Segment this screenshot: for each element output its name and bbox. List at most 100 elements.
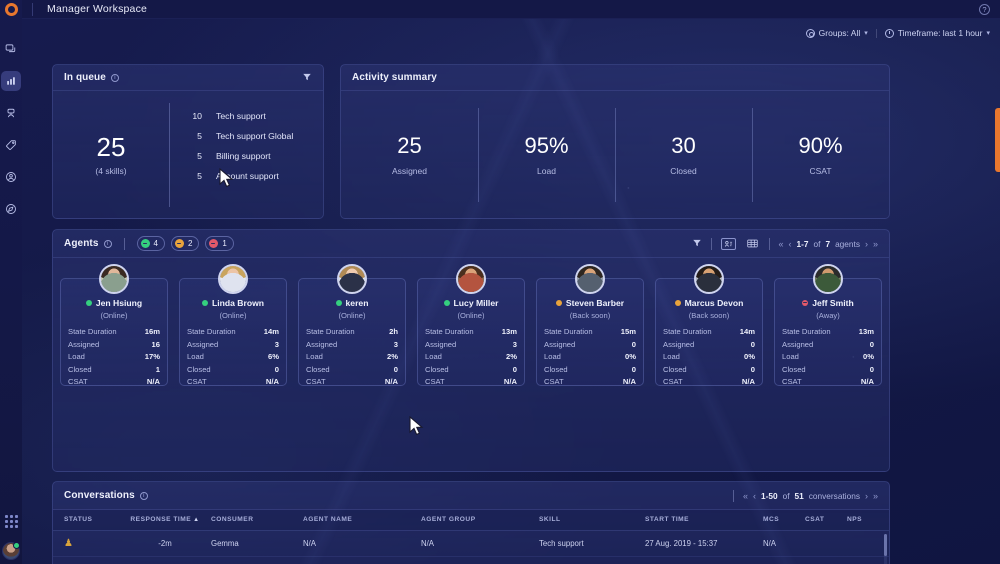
bot-agent-icon — [5, 107, 17, 119]
status-badge-online[interactable]: 4 — [137, 236, 165, 251]
agent-card[interactable]: Jen Hsiung(Online)State Duration16mAssig… — [60, 278, 168, 386]
agent-card[interactable]: Jeff Smith(Away)State Duration13mAssigne… — [774, 278, 882, 386]
column-header-mcs[interactable]: MCS — [763, 510, 805, 530]
table-scrollbar[interactable] — [884, 534, 887, 564]
rail-item-users[interactable] — [1, 167, 21, 187]
brand-ring-icon — [5, 3, 18, 16]
avatar-photo — [577, 266, 603, 292]
agent-card[interactable]: Marcus Devon(Back soon)State Duration14m… — [655, 278, 763, 386]
rail-item-campaigns[interactable] — [1, 199, 21, 219]
next-page-icon[interactable]: › — [865, 239, 868, 249]
agent-stat-label: Assigned — [663, 339, 694, 352]
column-header-consumer[interactable]: CONSUMER — [211, 510, 303, 530]
info-icon[interactable]: i — [104, 240, 112, 248]
agents-card-grid: Jen Hsiung(Online)State Duration16mAssig… — [53, 258, 889, 386]
agent-stat-value: 14m — [264, 326, 279, 339]
table-scrollbar-thumb[interactable] — [884, 534, 887, 556]
column-header-skill[interactable]: SKILL — [539, 510, 645, 530]
agent-card[interactable]: Lucy Miller(Online)State Duration13mAssi… — [417, 278, 525, 386]
status-badge-away[interactable]: 1 — [205, 236, 233, 251]
agent-name-row: Marcus Devon — [656, 298, 762, 308]
side-panel-handle[interactable] — [995, 108, 1000, 172]
list-item[interactable]: 5 Tech support Global — [170, 126, 323, 146]
agent-card[interactable]: Steven Barber(Back soon)State Duration15… — [536, 278, 644, 386]
agent-stat-row: State Duration16m — [68, 326, 160, 339]
toolbar-divider — [769, 238, 770, 250]
rail-item-tags[interactable] — [1, 135, 21, 155]
agent-avatar[interactable] — [694, 264, 724, 294]
prev-page-icon[interactable]: ‹ — [789, 239, 792, 249]
agent-stat-row: State Duration13m — [425, 326, 517, 339]
groups-filter[interactable]: Groups: All ▾ — [806, 28, 868, 38]
agent-alert-icon: ♟ — [64, 538, 73, 549]
agent-stat-value: 15m — [621, 326, 636, 339]
agent-stat-row: Closed0 — [663, 364, 755, 377]
agent-name: Linda Brown — [212, 298, 264, 308]
first-page-icon[interactable]: « — [743, 491, 748, 501]
agent-name: Lucy Miller — [454, 298, 499, 308]
avatar-photo — [220, 266, 246, 292]
agent-stat-label: Closed — [68, 364, 92, 377]
first-page-icon[interactable]: « — [779, 239, 784, 249]
rail-item-conversations[interactable] — [1, 39, 21, 59]
column-header-status[interactable]: STATUS — [53, 510, 119, 530]
agents-status-badges: 4 2 1 — [137, 236, 234, 251]
agent-stat-row: Assigned0 — [544, 339, 636, 352]
agent-stat-row: CSATN/A — [68, 376, 160, 389]
avatar-status-dot — [13, 542, 20, 549]
agent-card[interactable]: Linda Brown(Online)State Duration14mAssi… — [179, 278, 287, 386]
last-page-icon[interactable]: » — [873, 239, 878, 249]
brand-logo[interactable] — [0, 0, 22, 19]
list-item[interactable]: 5 Billing support — [170, 146, 323, 166]
agent-avatar[interactable] — [218, 264, 248, 294]
agent-stat-label: CSAT — [306, 376, 326, 389]
agent-stat-label: Assigned — [425, 339, 456, 352]
column-header-csat[interactable]: CSAT — [805, 510, 847, 530]
filter-funnel-icon[interactable] — [302, 69, 312, 87]
table-row[interactable]: ♟ -2m Gemma N/A N/A Tech support 27 Aug.… — [53, 530, 889, 556]
card-view-icon[interactable] — [721, 238, 736, 250]
app-grid-icon[interactable] — [5, 515, 18, 528]
timeframe-filter-label: Timeframe: last 1 hour — [898, 28, 983, 38]
agent-avatar[interactable] — [813, 264, 843, 294]
column-header-nps[interactable]: NPS — [847, 510, 889, 530]
rail-item-bots[interactable] — [1, 103, 21, 123]
info-icon[interactable]: i — [140, 492, 148, 500]
pagination-unit: agents — [835, 239, 860, 249]
column-header-start-time[interactable]: START TIME — [645, 510, 763, 530]
timeframe-filter[interactable]: Timeframe: last 1 hour ▾ — [885, 28, 990, 38]
agent-stat-row: Assigned16 — [68, 339, 160, 352]
column-header-response-time[interactable]: RESPONSE TIME▲ — [119, 510, 211, 530]
list-item[interactable]: 5 Account support — [170, 166, 323, 186]
table-header: STATUS RESPONSE TIME▲ CONSUMER AGENT NAM… — [53, 510, 889, 530]
filter-funnel-icon[interactable] — [692, 238, 702, 250]
metric-label: Closed — [670, 166, 696, 176]
next-page-icon[interactable]: › — [865, 491, 868, 501]
agent-stat-label: Load — [544, 351, 561, 364]
agent-stat-value: 6% — [268, 351, 279, 364]
prev-page-icon[interactable]: ‹ — [753, 491, 756, 501]
info-icon[interactable]: i — [111, 74, 119, 82]
agent-stats: State Duration15mAssigned0Load0%Closed0C… — [537, 326, 643, 389]
column-header-agent-group[interactable]: AGENT GROUP — [421, 510, 539, 530]
status-badge-back-soon[interactable]: 2 — [171, 236, 199, 251]
top-bar: Manager Workspace ? — [22, 0, 1000, 19]
rail-item-dashboard[interactable] — [1, 71, 21, 91]
cell-consumer[interactable]: Gemma — [211, 530, 303, 556]
avatar[interactable] — [2, 542, 20, 560]
pagination-of: of — [814, 239, 821, 249]
last-page-icon[interactable]: » — [873, 491, 878, 501]
filter-divider — [876, 29, 877, 38]
bar-chart-icon — [5, 75, 17, 87]
agent-card[interactable]: keren(Online)State Duration2hAssigned3Lo… — [298, 278, 406, 386]
agent-avatar[interactable] — [456, 264, 486, 294]
table-view-icon[interactable] — [745, 238, 760, 250]
in-queue-total: 25 (4 skills) — [53, 91, 169, 219]
agent-avatar[interactable] — [575, 264, 605, 294]
agent-avatar[interactable] — [99, 264, 129, 294]
help-circle-icon[interactable]: ? — [979, 4, 990, 15]
list-item[interactable]: 10 Tech support — [170, 106, 323, 126]
column-header-agent-name[interactable]: AGENT NAME — [303, 510, 421, 530]
agent-avatar[interactable] — [337, 264, 367, 294]
agent-stat-value: 3 — [394, 339, 398, 352]
